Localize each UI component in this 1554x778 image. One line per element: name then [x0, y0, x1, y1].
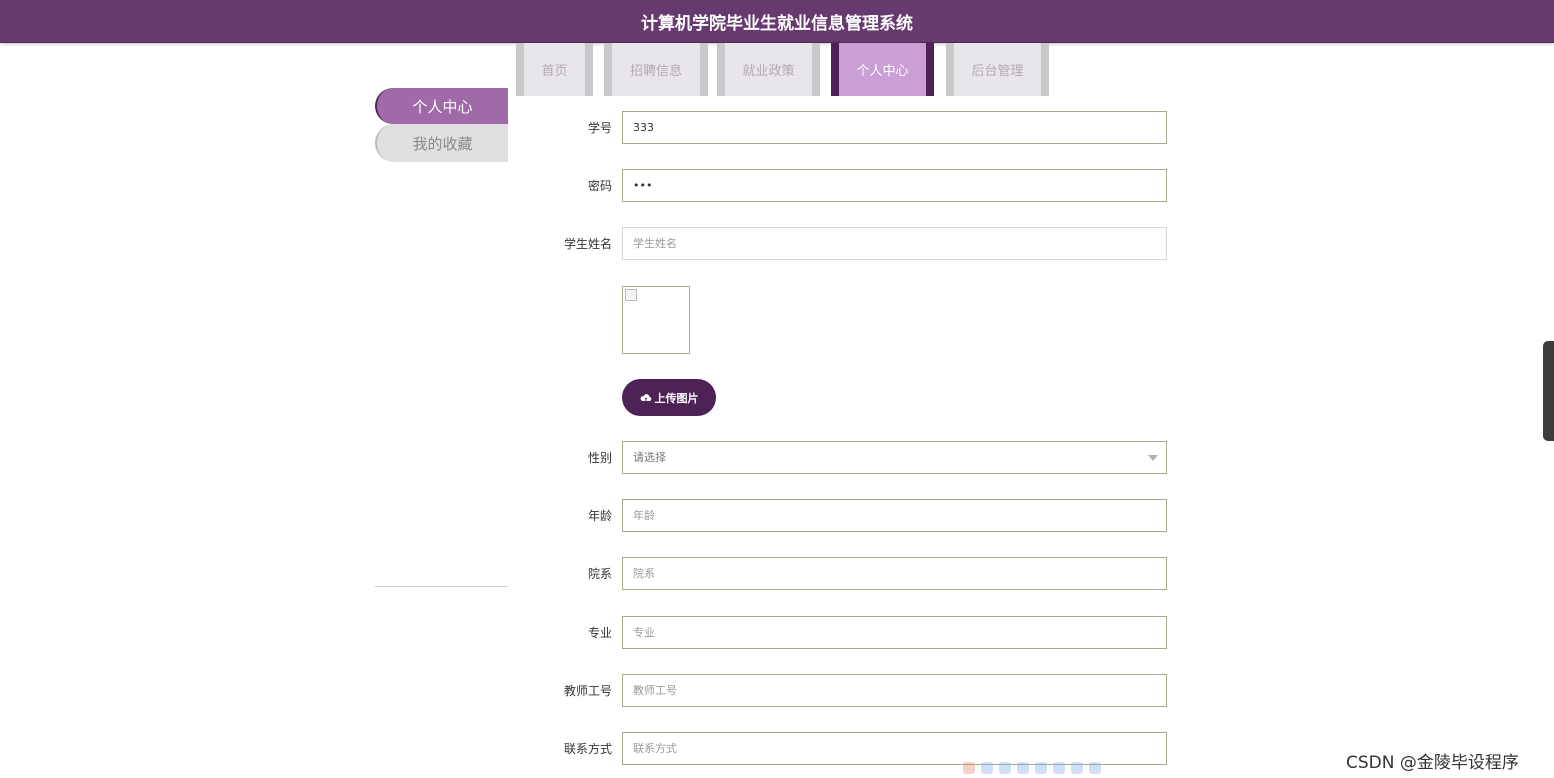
student-id-label: 学号 [587, 121, 612, 135]
upload-image-label: 上传图片 [654, 392, 699, 405]
form-row-gender: 性别 请选择 [530, 441, 1170, 475]
form-row-student-id: 学号 [530, 111, 1170, 145]
major-input[interactable] [622, 616, 1167, 649]
gender-label: 性别 [587, 451, 612, 465]
ime-icon [1017, 762, 1029, 774]
broken-image-icon [625, 289, 637, 301]
contact-input[interactable] [622, 732, 1167, 765]
contact-label: 联系方式 [563, 742, 612, 756]
ime-toolbar [963, 762, 1101, 776]
chevron-down-icon [1148, 455, 1158, 461]
upload-image-button[interactable]: 上传图片 [622, 379, 716, 416]
ime-icon [1053, 762, 1065, 774]
avatar-image-preview [622, 286, 690, 354]
sidebar-item-favorites[interactable]: 我的收藏 [375, 124, 508, 162]
password-input[interactable] [622, 169, 1167, 202]
tab-employment-policy[interactable]: 就业政策 [717, 43, 820, 96]
sidebar-divider [375, 586, 508, 587]
password-label: 密码 [587, 179, 612, 193]
form-row-department: 院系 [530, 557, 1170, 591]
department-label: 院系 [587, 567, 612, 581]
ime-icon [981, 762, 993, 774]
form-row-contact: 联系方式 [530, 732, 1170, 766]
form-row-age: 年龄 [530, 499, 1170, 533]
student-name-label: 学生姓名 [563, 237, 612, 251]
watermark-text: CSDN @金陵毕设程序 [1346, 753, 1519, 773]
tab-personal-center[interactable]: 个人中心 [831, 43, 934, 96]
student-name-input[interactable] [622, 227, 1167, 260]
tab-admin[interactable]: 后台管理 [946, 43, 1049, 96]
department-input[interactable] [622, 557, 1167, 590]
tab-recruitment[interactable]: 招聘信息 [604, 43, 708, 96]
form-row-major: 专业 [530, 616, 1170, 650]
major-label: 专业 [587, 626, 612, 640]
gender-select-value: 请选择 [633, 451, 666, 464]
ime-icon [1071, 762, 1083, 774]
ime-icon [1089, 762, 1101, 774]
form-row-student-name: 学生姓名 [530, 227, 1170, 261]
gender-select[interactable]: 请选择 [622, 441, 1167, 474]
age-input[interactable] [622, 499, 1167, 532]
student-id-input[interactable] [622, 111, 1167, 144]
ime-icon [1035, 762, 1047, 774]
age-label: 年龄 [587, 509, 612, 523]
ime-icon [963, 762, 975, 774]
side-panel-handle[interactable] [1543, 341, 1554, 441]
cloud-upload-icon [640, 393, 651, 401]
form-row-password: 密码 [530, 169, 1170, 203]
page-title: 计算机学院毕业生就业信息管理系统 [641, 13, 913, 34]
form-row-teacher-id: 教师工号 [530, 674, 1170, 708]
teacher-id-input[interactable] [622, 674, 1167, 707]
sidebar-item-personal-center[interactable]: 个人中心 [375, 88, 508, 124]
top-header-bar: 计算机学院毕业生就业信息管理系统 [0, 0, 1554, 43]
ime-icon [999, 762, 1011, 774]
teacher-id-label: 教师工号 [563, 684, 612, 698]
tab-home[interactable]: 首页 [516, 43, 593, 96]
